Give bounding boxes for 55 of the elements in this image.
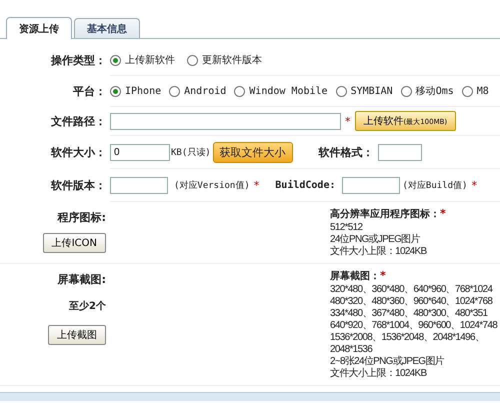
field-label: 文件路径： xyxy=(50,114,107,128)
info-text: 640*920、768*1004、960*600、1024*748 xyxy=(330,320,498,332)
info-text: 2048*1536 xyxy=(330,344,374,356)
field-label: 软件大小： xyxy=(50,144,107,160)
radio-option[interactable]: 移动Oms xyxy=(400,84,454,98)
info-text: 文件大小上限：1024KB xyxy=(330,368,428,380)
required-mark: * xyxy=(254,178,260,192)
field-label: 软件格式： xyxy=(318,144,374,160)
radio-button[interactable] xyxy=(400,86,412,96)
version-field[interactable] xyxy=(110,176,168,194)
size-field[interactable]: 0 xyxy=(110,144,170,160)
info-text: 334*480、367*480、480*300、480*351 xyxy=(330,308,488,320)
field-label: 程序图标: xyxy=(58,210,106,225)
radio-option[interactable]: Android xyxy=(169,86,226,96)
file-path-field[interactable] xyxy=(110,112,341,130)
tab[interactable]: 基本信息 xyxy=(74,18,140,38)
radio-option[interactable]: 更新软件版本 xyxy=(187,53,262,67)
info-text: 2~8张24位PNG或JPEG图片 xyxy=(330,356,446,368)
field-label: 屏幕截图: xyxy=(58,272,106,287)
field-note: (对应Version值) xyxy=(174,180,250,192)
field-label: 操作类型： xyxy=(50,52,107,68)
radio-button[interactable] xyxy=(169,86,180,96)
hint-text: 至少2个 xyxy=(69,300,106,313)
info-text: 24位PNG或JPEG图片 xyxy=(330,234,422,246)
upload-icon-button[interactable]: 上传ICON xyxy=(42,233,106,253)
tab[interactable]: 资源上传 xyxy=(6,17,72,39)
info-text: 1536*2008、1536*2048、2048*1496、 xyxy=(330,332,486,344)
format-field[interactable] xyxy=(378,144,422,160)
info-text: 480*320、480*360、960*640、1024*768 xyxy=(330,296,494,308)
field-label: BuildCode: xyxy=(275,180,336,190)
info-title: 屏幕截图：* xyxy=(330,269,387,284)
info-text: 512*512 xyxy=(330,222,364,234)
radio-button[interactable] xyxy=(110,54,121,66)
radio-button[interactable] xyxy=(336,86,347,96)
required-mark: * xyxy=(345,114,350,128)
radio-option[interactable]: M8 xyxy=(462,86,489,96)
unit-label: KB(只读) xyxy=(171,146,211,158)
radio-button[interactable] xyxy=(462,86,473,96)
radio-button[interactable] xyxy=(110,86,121,96)
info-text: 文件大小上限：1024KB xyxy=(330,246,428,258)
radio-option[interactable]: SYMBIAN xyxy=(336,86,393,96)
get-size-button[interactable]: 获取文件大小 xyxy=(212,142,293,162)
build-code-field[interactable] xyxy=(342,176,400,194)
field-label: 软件版本： xyxy=(50,178,107,192)
info-title: 高分辨率应用程序图标：* xyxy=(330,207,447,222)
radio-option[interactable]: IPhone xyxy=(110,86,162,96)
field-note: (对应Build值) xyxy=(402,180,468,192)
field-label: 平台： xyxy=(72,84,107,98)
radio-button[interactable] xyxy=(234,86,246,96)
upload-screenshot-button[interactable]: 上传截图 xyxy=(48,325,106,345)
info-text: 320*480、360*480、640*960、768*1024 xyxy=(330,284,494,296)
radio-option[interactable]: 上传新软件 xyxy=(110,53,175,67)
required-mark: * xyxy=(471,178,477,192)
radio-button[interactable] xyxy=(187,54,198,66)
radio-option[interactable]: Window Mobile xyxy=(234,86,328,96)
